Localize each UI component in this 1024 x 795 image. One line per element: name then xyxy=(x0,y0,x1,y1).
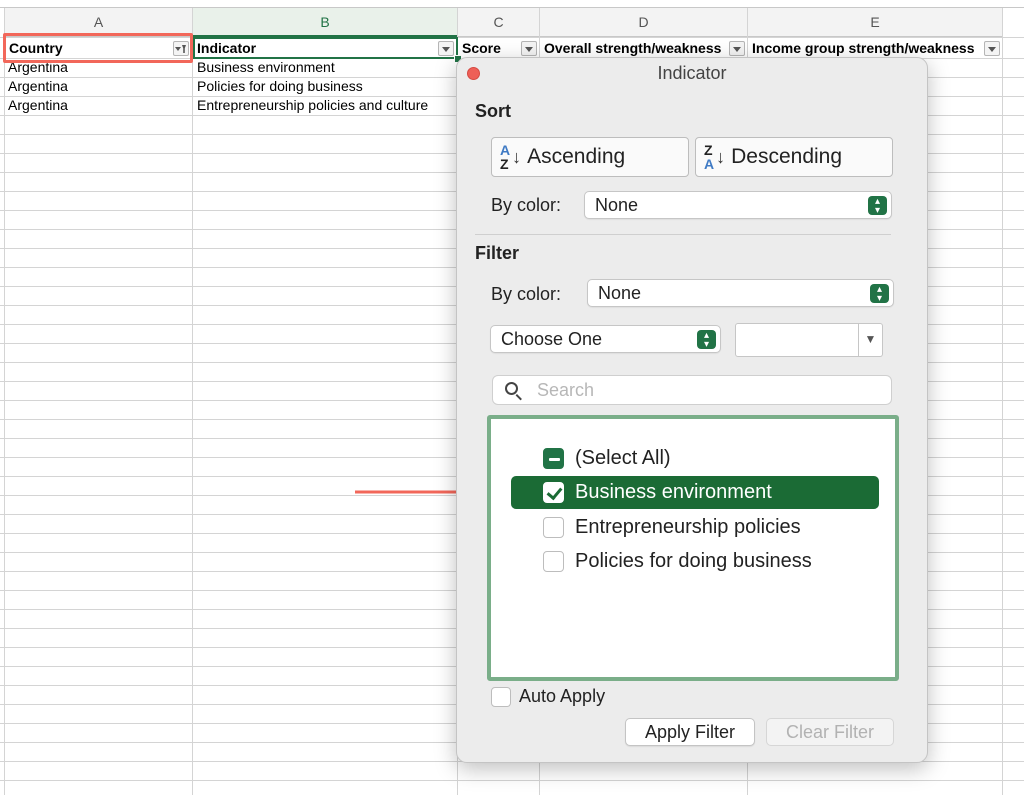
column-header-b[interactable]: B xyxy=(193,8,457,37)
list-item-select-all[interactable]: (Select All) xyxy=(511,442,879,475)
cell-indicator[interactable]: Policies for doing business xyxy=(189,77,457,96)
search-icon xyxy=(505,382,518,395)
gridline xyxy=(192,8,193,795)
clear-filter-button[interactable]: Clear Filter xyxy=(766,718,894,746)
filter-values-list: (Select All) Business environment Entrep… xyxy=(487,415,899,681)
gridline xyxy=(0,780,1024,781)
apply-filter-button[interactable]: Apply Filter xyxy=(625,718,755,746)
sheet-top-strip xyxy=(0,0,1024,8)
list-item-label: Entrepreneurship policies xyxy=(575,516,801,538)
checkbox-checked-icon[interactable] xyxy=(543,482,564,503)
condition-select[interactable]: Choose One ▴ ▾ xyxy=(490,325,721,353)
auto-apply-label: Auto Apply xyxy=(519,686,606,706)
list-item-entrepreneurship-policies[interactable]: Entrepreneurship policies xyxy=(511,511,879,544)
down-arrow-icon: ↓ xyxy=(716,146,726,167)
column-header-d[interactable]: D xyxy=(540,8,747,37)
section-divider xyxy=(475,234,891,235)
stepper-icon: ▴ ▾ xyxy=(868,196,887,215)
filter-by-color-select[interactable]: None ▴ ▾ xyxy=(587,279,894,307)
checkbox-unchecked-icon[interactable] xyxy=(543,517,564,538)
sort-descending-label: Descending xyxy=(731,145,843,168)
list-item-label: (Select All) xyxy=(575,447,671,469)
sort-ascending-label: Ascending xyxy=(527,145,626,168)
cell-country[interactable]: Argentina xyxy=(0,96,192,115)
filter-dropdown-icon[interactable] xyxy=(729,41,745,56)
header-cell-overall[interactable]: Overall strength/weakness xyxy=(540,38,730,58)
sort-heading: Sort xyxy=(475,101,511,121)
condition-value: Choose One xyxy=(501,329,603,349)
list-item-label: Policies for doing business xyxy=(575,550,812,572)
filter-popup: Indicator Sort AZ ↓ Ascending ZA ↓ Desce… xyxy=(456,57,928,763)
popup-title: Indicator xyxy=(657,63,727,83)
sort-by-color-label: By color: xyxy=(491,195,562,215)
gridline xyxy=(4,8,5,795)
auto-apply-checkbox[interactable] xyxy=(491,687,511,707)
header-cell-score[interactable]: Score xyxy=(458,38,520,58)
sort-za-icon: ZA xyxy=(704,142,715,172)
checkbox-unchecked-icon[interactable] xyxy=(543,551,564,572)
down-arrow-icon: ↓ xyxy=(512,146,522,167)
list-item-policies-doing-business[interactable]: Policies for doing business xyxy=(511,545,879,578)
sort-ascending-button[interactable]: AZ ↓ Ascending xyxy=(491,137,689,177)
selected-cell-outline xyxy=(193,37,458,59)
list-item-label: Business environment xyxy=(575,481,772,503)
sort-az-icon: AZ xyxy=(500,142,511,172)
cell-indicator[interactable]: Entrepreneurship policies and culture xyxy=(189,96,457,115)
gridline xyxy=(1002,8,1003,795)
cell-indicator[interactable]: Business environment xyxy=(189,58,457,77)
annotation-highlight-box xyxy=(3,33,193,63)
checkbox-mixed-icon[interactable] xyxy=(543,448,564,469)
condition-value-input[interactable] xyxy=(735,323,859,357)
sort-by-color-select[interactable]: None ▴ ▾ xyxy=(584,191,892,219)
sort-descending-button[interactable]: ZA ↓ Descending xyxy=(695,137,893,177)
list-item-business-environment[interactable]: Business environment xyxy=(511,476,879,509)
cell-country[interactable]: Argentina xyxy=(0,77,192,96)
header-cell-income-group[interactable]: Income group strength/weakness xyxy=(748,38,984,58)
search-input[interactable]: Search xyxy=(492,375,892,405)
filter-by-color-value: None xyxy=(598,283,642,303)
column-header-c[interactable]: C xyxy=(458,8,539,37)
search-placeholder: Search xyxy=(537,380,595,400)
stepper-icon: ▴ ▾ xyxy=(697,330,716,349)
filter-by-color-label: By color: xyxy=(491,284,562,304)
combo-dropdown-icon[interactable]: ▼ xyxy=(859,323,883,357)
column-header-e[interactable]: E xyxy=(748,8,1002,37)
stepper-icon: ▴ ▾ xyxy=(870,284,889,303)
filter-dropdown-icon[interactable] xyxy=(521,41,537,56)
sort-by-color-value: None xyxy=(595,195,639,215)
filter-heading: Filter xyxy=(475,243,520,263)
filter-dropdown-icon[interactable] xyxy=(984,41,1000,56)
